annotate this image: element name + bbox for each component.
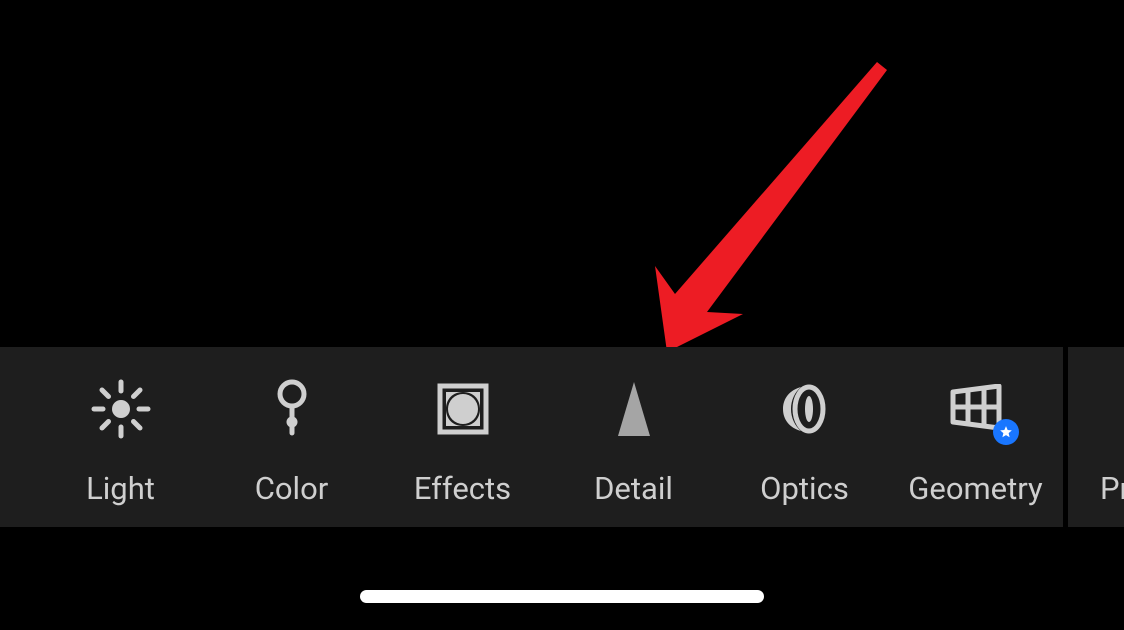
tool-label: Geometry [908, 470, 1042, 507]
presets-icon-partial [1100, 381, 1110, 437]
tool-geometry[interactable]: Geometry [890, 367, 1061, 507]
effects-icon [437, 381, 489, 437]
home-indicator[interactable] [360, 590, 764, 603]
tool-label: Color [255, 470, 329, 507]
geometry-icon [945, 381, 1007, 437]
tool-label: Optics [760, 470, 849, 507]
tool-label: Detail [594, 470, 673, 507]
canvas-area [0, 0, 1124, 347]
tool-label: Light [86, 470, 155, 507]
tool-label: Pr [1100, 470, 1124, 507]
tool-partial[interactable]: Pr [1100, 367, 1124, 507]
edit-toolbar[interactable]: Light Color Effects [0, 347, 1063, 527]
annotation-arrow [655, 62, 905, 352]
light-icon [90, 381, 152, 437]
tool-color[interactable]: Color [206, 367, 377, 507]
tool-light[interactable]: Light [35, 367, 206, 507]
tool-effects[interactable]: Effects [377, 367, 548, 507]
edit-toolbar-overflow[interactable]: Pr [1068, 347, 1124, 527]
color-icon [275, 381, 309, 437]
tool-detail[interactable]: Detail [548, 367, 719, 507]
detail-icon [614, 381, 654, 437]
tool-optics[interactable]: Optics [719, 367, 890, 507]
tool-label: Effects [414, 470, 511, 507]
optics-icon [780, 381, 830, 437]
premium-badge-icon [993, 419, 1019, 445]
